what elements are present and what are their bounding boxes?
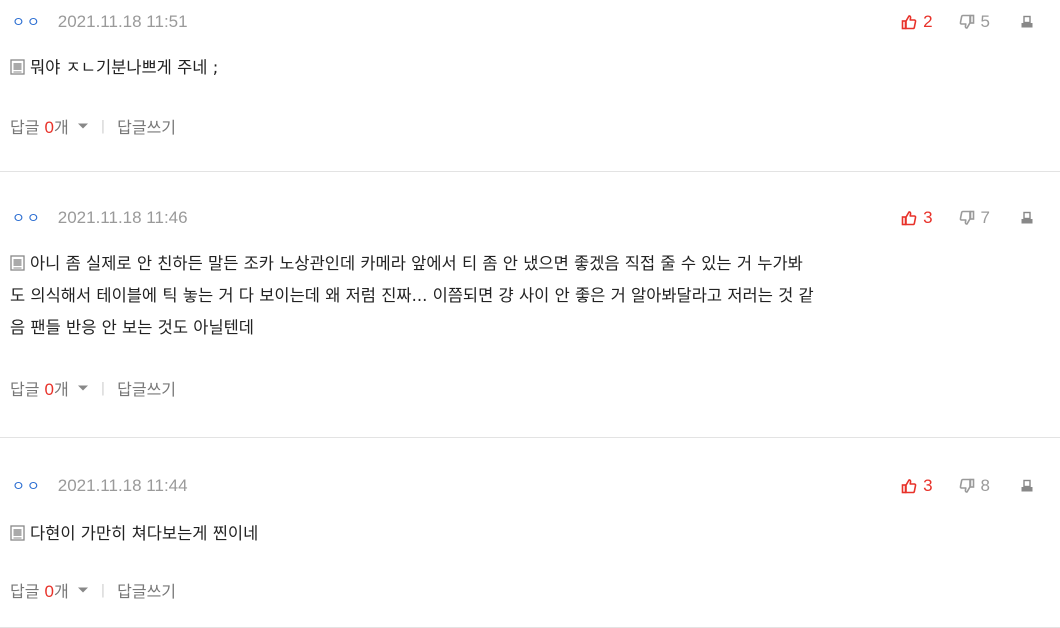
- comment-item: ㅇㅇ 2021.11.18 11:51 2 5 뭐야 ㅈㄴ기분나쁘게 주네 ; …: [0, 0, 1060, 172]
- author-nickname[interactable]: ㅇㅇ: [12, 12, 42, 32]
- print-button[interactable]: [1020, 211, 1034, 225]
- reply-toggle[interactable]: 답글 0개: [10, 578, 69, 602]
- reply-toggle[interactable]: 답글 0개: [10, 376, 69, 400]
- print-button[interactable]: [1020, 15, 1034, 29]
- comment-body: 아니 좀 실제로 안 친하든 말든 조카 노상관인데 카메라 앞에서 티 좀 안…: [10, 248, 1046, 344]
- comment-date: 2021.11.18 11:44: [57, 476, 188, 495]
- write-reply-link[interactable]: 답글쓰기: [117, 578, 176, 602]
- print-icon: [1021, 15, 1033, 28]
- upvote-count: 3: [923, 208, 933, 227]
- upvote-button[interactable]: 3: [901, 208, 933, 228]
- thumbs-up-icon: [901, 211, 917, 226]
- reply-count: 0: [44, 118, 55, 137]
- caret-down-icon[interactable]: [77, 384, 89, 392]
- print-icon: [1021, 479, 1033, 492]
- author-nickname[interactable]: ㅇㅇ: [12, 208, 42, 228]
- reply-bar: 답글 0개 | 답글쓰기: [10, 376, 176, 400]
- comment-body: 뭐야 ㅈㄴ기분나쁘게 주네 ;: [10, 52, 1046, 84]
- memo-icon: [10, 255, 25, 271]
- thumbs-down-icon: [959, 14, 974, 29]
- comment-item: ㅇㅇ 2021.11.18 11:46 3 7 아니 좀 실제로 안 친하든 말…: [0, 172, 1060, 438]
- comment-text-line: 아니 좀 실제로 안 친하든 말든 조카 노상관인데 카메라 앞에서 티 좀 안…: [30, 254, 803, 273]
- comment-date: 2021.11.18 11:46: [57, 208, 188, 227]
- reply-bar: 답글 0개 | 답글쓰기: [10, 578, 176, 602]
- reply-count: 0: [44, 380, 55, 399]
- separator: |: [100, 582, 106, 598]
- reply-label: 답글: [10, 380, 40, 399]
- downvote-button[interactable]: 5: [959, 12, 990, 32]
- print-button[interactable]: [1020, 479, 1034, 493]
- reply-toggle[interactable]: 답글 0개: [10, 114, 69, 138]
- comment-text-line: 음 팬들 반응 안 보는 것도 아닐텐데: [10, 318, 254, 337]
- comment-body: 다현이 가만히 쳐다보는게 찐이네: [10, 518, 1046, 550]
- downvote-button[interactable]: 8: [959, 476, 990, 496]
- reply-unit: 개: [54, 118, 69, 137]
- comment-meta: ㅇㅇ 2021.11.18 11:51: [12, 10, 188, 34]
- reply-count: 0: [44, 582, 55, 601]
- downvote-button[interactable]: 7: [959, 208, 990, 228]
- print-icon: [1021, 211, 1033, 224]
- comment-meta: ㅇㅇ 2021.11.18 11:46: [12, 206, 188, 230]
- vote-bar: 3 8: [901, 474, 1034, 498]
- upvote-count: 3: [923, 476, 933, 495]
- vote-bar: 2 5: [901, 10, 1034, 34]
- reply-unit: 개: [54, 380, 69, 399]
- thumbs-down-icon: [959, 478, 974, 493]
- reply-unit: 개: [54, 582, 69, 601]
- separator: |: [100, 380, 106, 396]
- reply-label: 답글: [10, 118, 40, 137]
- author-nickname[interactable]: ㅇㅇ: [12, 476, 42, 496]
- comment-meta: ㅇㅇ 2021.11.18 11:44: [12, 474, 188, 498]
- write-reply-link[interactable]: 답글쓰기: [117, 376, 176, 400]
- upvote-count: 2: [923, 12, 933, 31]
- caret-down-icon[interactable]: [77, 586, 89, 594]
- reply-bar: 답글 0개 | 답글쓰기: [10, 114, 176, 138]
- thumbs-down-icon: [959, 210, 974, 225]
- thumbs-up-icon: [901, 15, 917, 30]
- comment-text: 뭐야 ㅈㄴ기분나쁘게 주네 ;: [30, 58, 219, 77]
- comment-item: ㅇㅇ 2021.11.18 11:44 3 8 다현이 가만히 쳐다보는게 찐이…: [0, 438, 1060, 628]
- upvote-button[interactable]: 2: [901, 12, 933, 32]
- memo-icon: [10, 59, 25, 75]
- comment-text-line: 도 의식해서 테이블에 틱 놓는 거 다 보이는데 왜 저럼 진짜... 이쯤되…: [10, 286, 814, 305]
- comment-text: 다현이 가만히 쳐다보는게 찐이네: [30, 524, 259, 543]
- reply-label: 답글: [10, 582, 40, 601]
- caret-down-icon[interactable]: [77, 122, 89, 130]
- downvote-count: 7: [980, 208, 990, 227]
- upvote-button[interactable]: 3: [901, 476, 933, 496]
- vote-bar: 3 7: [901, 206, 1034, 230]
- downvote-count: 5: [980, 12, 990, 31]
- downvote-count: 8: [980, 476, 990, 495]
- thumbs-up-icon: [901, 479, 917, 494]
- comment-date: 2021.11.18 11:51: [57, 12, 188, 31]
- comment-line: 아니 좀 실제로 안 친하든 말든 조카 노상관인데 카메라 앞에서 티 좀 안…: [10, 248, 1046, 280]
- memo-icon: [10, 525, 25, 541]
- write-reply-link[interactable]: 답글쓰기: [117, 114, 176, 138]
- separator: |: [100, 118, 106, 134]
